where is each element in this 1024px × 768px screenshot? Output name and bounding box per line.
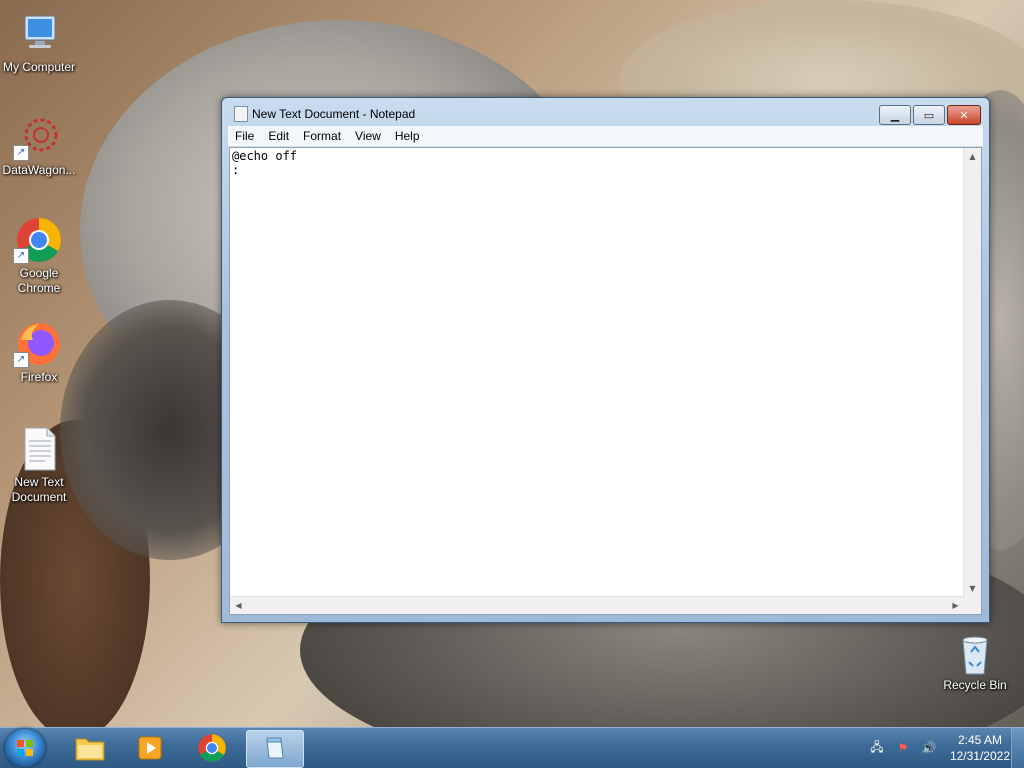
chrome-icon: ↗ bbox=[13, 216, 63, 264]
shortcut-arrow-icon: ↗ bbox=[13, 145, 29, 161]
recycle-bin-icon bbox=[955, 632, 995, 676]
desktop-icon-datawagon[interactable]: ↗ DataWagon... bbox=[0, 113, 78, 178]
close-button[interactable]: ✕ bbox=[947, 105, 981, 125]
taskbar: 🖧 ⚑ 🔊 2:45 AM 12/31/2022 bbox=[0, 727, 1024, 768]
maximize-button[interactable]: ▭ bbox=[913, 105, 945, 125]
clock[interactable]: 2:45 AM 12/31/2022 bbox=[950, 732, 1010, 764]
vertical-scrollbar[interactable]: ▲ ▼ bbox=[963, 148, 981, 597]
notepad-icon bbox=[234, 106, 248, 122]
chrome-icon bbox=[198, 734, 226, 762]
text-file-icon bbox=[15, 425, 63, 473]
network-icon[interactable]: 🖧 bbox=[869, 740, 885, 756]
minimize-icon: ▁ bbox=[890, 108, 900, 122]
desktop-icon-google-chrome[interactable]: ↗ Google Chrome bbox=[0, 216, 78, 296]
menu-view[interactable]: View bbox=[348, 129, 388, 143]
scroll-up-icon[interactable]: ▲ bbox=[964, 148, 981, 165]
icon-label: Google Chrome bbox=[17, 266, 61, 295]
desktop-icon-firefox[interactable]: ↗ Firefox bbox=[0, 320, 78, 385]
clock-date: 12/31/2022 bbox=[949, 749, 1010, 763]
desktop-icon-my-computer[interactable]: My Computer bbox=[0, 10, 78, 75]
shortcut-arrow-icon: ↗ bbox=[13, 248, 29, 264]
windows-logo-icon bbox=[17, 740, 33, 756]
folder-icon bbox=[75, 738, 105, 761]
icon-label: DataWagon... bbox=[2, 163, 76, 177]
close-icon: ✕ bbox=[959, 108, 969, 122]
taskbar-media-player[interactable] bbox=[122, 730, 178, 766]
firefox-icon: ↗ bbox=[13, 320, 63, 368]
computer-icon bbox=[15, 10, 63, 58]
action-center-icon[interactable]: ⚑ bbox=[895, 740, 911, 756]
horizontal-scrollbar[interactable]: ◀ ▶ bbox=[230, 596, 964, 614]
icon-label: Recycle Bin bbox=[943, 678, 1007, 692]
menu-bar: File Edit Format View Help bbox=[228, 126, 983, 147]
shortcut-arrow-icon: ↗ bbox=[13, 352, 29, 368]
notepad-window[interactable]: New Text Document - Notepad ▁ ▭ ✕ File E… bbox=[221, 97, 990, 623]
menu-file[interactable]: File bbox=[228, 129, 261, 143]
restore-icon: ▭ bbox=[923, 108, 935, 122]
desktop-icon-new-text-document[interactable]: New Text Document bbox=[0, 425, 78, 505]
clock-time: 2:45 AM bbox=[957, 733, 1002, 747]
text-editor[interactable]: @echo off : ▲ ▼ ◀ ▶ bbox=[229, 147, 982, 615]
scroll-left-icon[interactable]: ◀ bbox=[230, 597, 247, 614]
menu-edit[interactable]: Edit bbox=[261, 129, 296, 143]
taskbar-chrome[interactable] bbox=[184, 730, 240, 766]
icon-label: Firefox bbox=[20, 370, 58, 384]
taskbar-explorer[interactable] bbox=[62, 730, 118, 766]
desktop-icon-recycle-bin[interactable]: Recycle Bin bbox=[936, 632, 1014, 693]
show-desktop-button[interactable] bbox=[1011, 728, 1024, 768]
notepad-icon bbox=[266, 737, 284, 759]
title-bar[interactable]: New Text Document - Notepad ▁ ▭ ✕ bbox=[222, 98, 989, 126]
system-tray: 🖧 ⚑ 🔊 2:45 AM 12/31/2022 bbox=[864, 728, 1010, 768]
datawagon-icon: ↗ bbox=[13, 113, 63, 161]
scroll-right-icon[interactable]: ▶ bbox=[947, 597, 964, 614]
start-button[interactable] bbox=[5, 729, 45, 767]
volume-icon[interactable]: 🔊 bbox=[921, 740, 937, 756]
document-text[interactable]: @echo off : bbox=[232, 149, 297, 177]
icon-label: My Computer bbox=[2, 60, 76, 74]
minimize-button[interactable]: ▁ bbox=[879, 105, 911, 125]
menu-format[interactable]: Format bbox=[296, 129, 348, 143]
scroll-down-icon[interactable]: ▼ bbox=[964, 580, 981, 597]
window-title: New Text Document - Notepad bbox=[252, 107, 416, 121]
media-player-icon bbox=[138, 736, 162, 760]
menu-help[interactable]: Help bbox=[388, 129, 427, 143]
taskbar-notepad[interactable] bbox=[246, 730, 304, 768]
icon-label: New Text Document bbox=[11, 475, 67, 504]
size-grip[interactable] bbox=[964, 597, 981, 614]
